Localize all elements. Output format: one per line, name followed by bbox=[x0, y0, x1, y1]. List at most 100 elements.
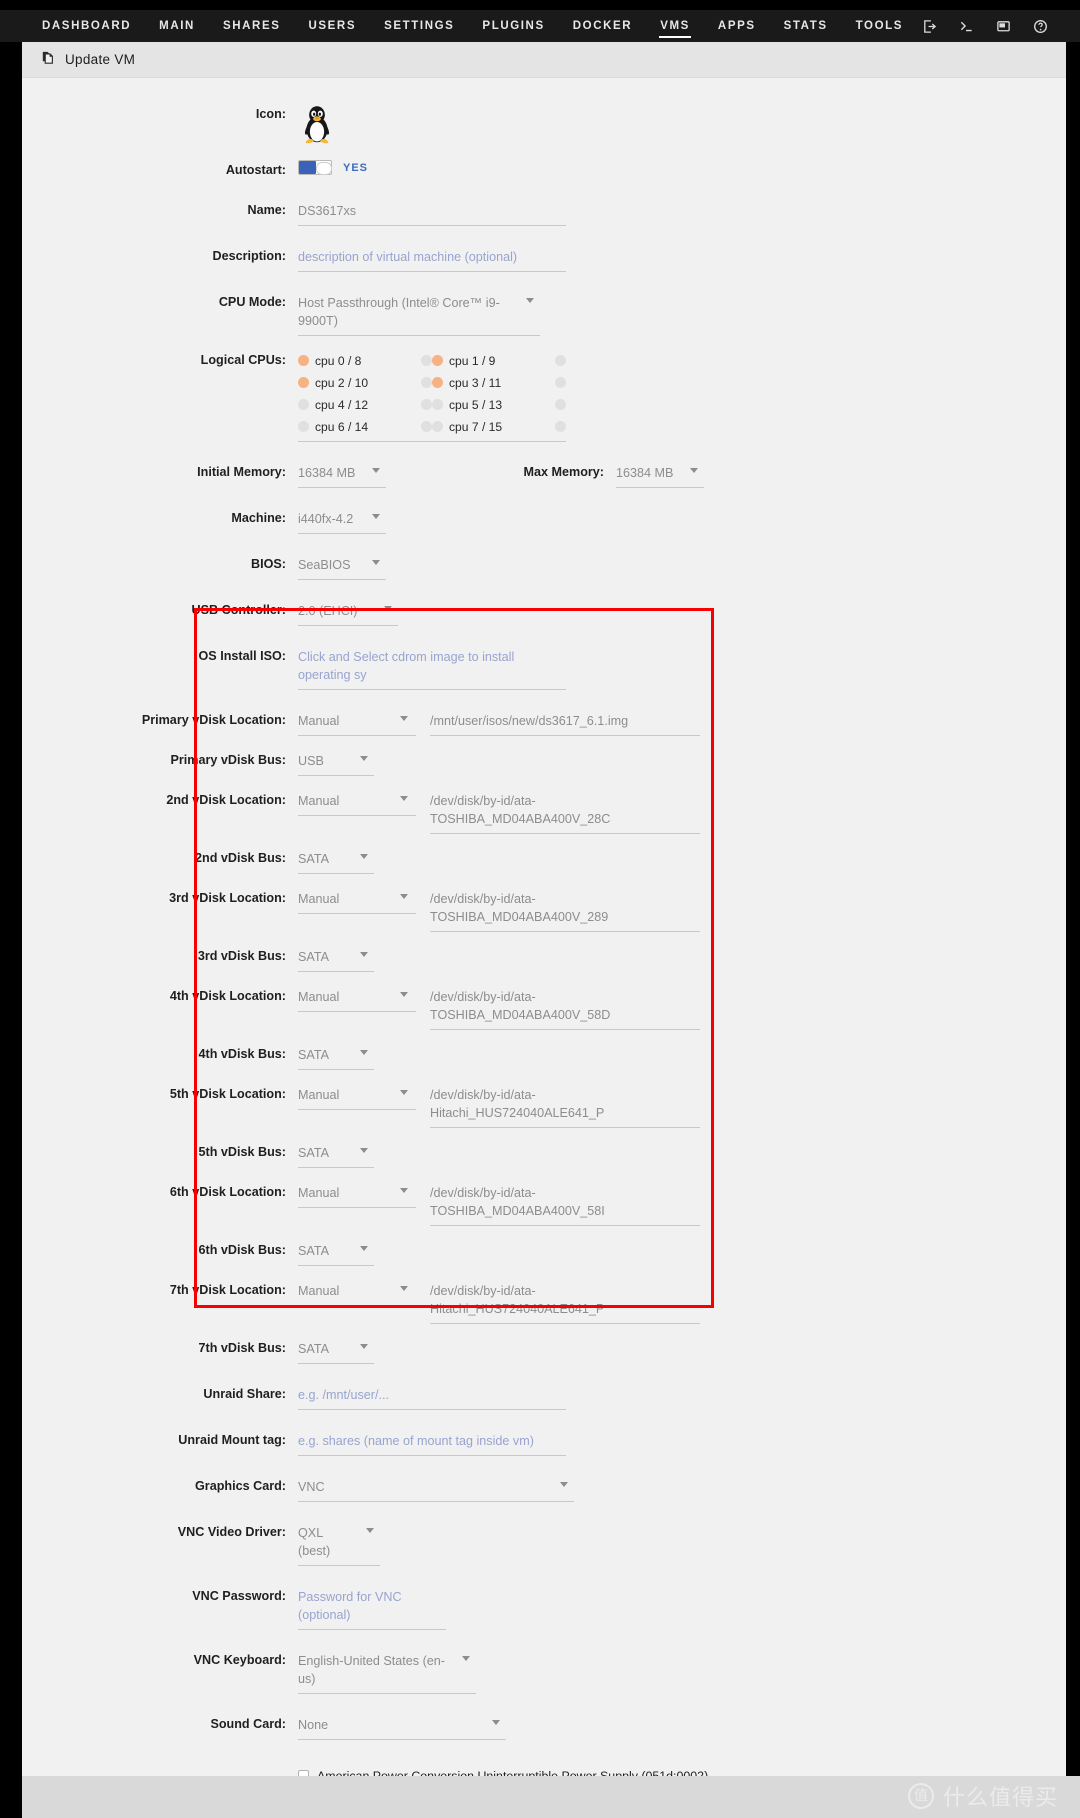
nav-item-shares[interactable]: SHARES bbox=[209, 10, 295, 42]
unraid-mount-tag-input[interactable]: e.g. shares (name of mount tag inside vm… bbox=[298, 1430, 566, 1456]
cpu-cell-2[interactable]: cpu 2 / 10 bbox=[298, 372, 368, 393]
name-input[interactable]: DS3617xs bbox=[298, 200, 566, 226]
cpu-cell-4[interactable]: cpu 4 / 12 bbox=[298, 394, 368, 415]
vdisk-1-path-input[interactable]: /mnt/user/isos/new/ds3617_6.1.img bbox=[430, 710, 700, 736]
autostart-value: YES bbox=[343, 161, 369, 174]
cpu-pair-dot-1[interactable] bbox=[502, 350, 566, 371]
cpu-dot-7[interactable] bbox=[432, 421, 443, 432]
nav-item-plugins[interactable]: PLUGINS bbox=[468, 10, 558, 42]
cpu-dot-pair-7[interactable] bbox=[555, 421, 566, 432]
vdisk-5-bus-select[interactable]: SATA bbox=[298, 1142, 374, 1168]
vdisk-4-location-value: Manual bbox=[298, 990, 340, 1004]
chevron-down-icon bbox=[560, 1482, 568, 1487]
unraid-share-input[interactable]: e.g. /mnt/user/... bbox=[298, 1384, 566, 1410]
cpu-pair-dot-7[interactable] bbox=[502, 416, 566, 437]
cpu-cell-1[interactable]: cpu 1 / 9 bbox=[432, 350, 502, 371]
usb-controller-select[interactable]: 2.0 (EHCI) bbox=[298, 600, 398, 626]
description-input[interactable]: description of virtual machine (optional… bbox=[298, 246, 566, 272]
cpu-dot-pair-5[interactable] bbox=[555, 399, 566, 410]
vnc-password-input[interactable]: Password for VNC (optional) bbox=[298, 1586, 446, 1630]
vdisk-3-location-select[interactable]: Manual bbox=[298, 888, 416, 914]
vdisk-6-bus-select[interactable]: SATA bbox=[298, 1240, 374, 1266]
nav-item-vms[interactable]: VMS bbox=[646, 10, 704, 42]
cpu-pair-dot-3[interactable] bbox=[502, 372, 566, 393]
logout-icon[interactable] bbox=[922, 19, 937, 34]
cpu-pair-dot-5[interactable] bbox=[502, 394, 566, 415]
cpu-cell-3[interactable]: cpu 3 / 11 bbox=[432, 372, 502, 393]
cpu-dot-6[interactable] bbox=[298, 421, 309, 432]
nav-item-stats[interactable]: STATS bbox=[770, 10, 842, 42]
nav-item-tools[interactable]: TOOLS bbox=[842, 10, 917, 42]
nav-item-users[interactable]: USERS bbox=[294, 10, 370, 42]
cpu-mode-label: CPU Mode: bbox=[218, 295, 286, 309]
cpu-dot-2[interactable] bbox=[298, 377, 309, 388]
vdisk-5-location-select[interactable]: Manual bbox=[298, 1084, 416, 1110]
vdisk-2-location-select[interactable]: Manual bbox=[298, 790, 416, 816]
initial-memory-select[interactable]: 16384 MB bbox=[298, 462, 386, 488]
row-os-install-iso: OS Install ISO: Click and Select cdrom i… bbox=[22, 646, 1066, 690]
tux-linux-icon[interactable] bbox=[298, 104, 1066, 146]
vdisk-4-bus-value: SATA bbox=[298, 1048, 330, 1062]
cpu-pair-dot-0[interactable] bbox=[368, 350, 432, 371]
vdisk-2-path-input[interactable]: /dev/disk/by-id/ata-TOSHIBA_MD04ABA400V_… bbox=[430, 790, 700, 834]
cpu-cell-0[interactable]: cpu 0 / 8 bbox=[298, 350, 368, 371]
cpu-dot-pair-4[interactable] bbox=[421, 399, 432, 410]
max-memory-select[interactable]: 16384 MB bbox=[616, 462, 704, 488]
cpu-grid: cpu 0 / 8 cpu 1 / 9 cpu 2 / 10 cpu 3 / 1… bbox=[298, 350, 566, 437]
vdisk-4-bus-select[interactable]: SATA bbox=[298, 1044, 374, 1070]
cpu-pair-dot-4[interactable] bbox=[368, 394, 432, 415]
vdisk-3-bus-select[interactable]: SATA bbox=[298, 946, 374, 972]
vdisk-1-location-select[interactable]: Manual bbox=[298, 710, 416, 736]
cpu-dot-pair-2[interactable] bbox=[421, 377, 432, 388]
cpu-mode-select[interactable]: Host Passthrough (Intel® Core™ i9-9900T) bbox=[298, 292, 540, 336]
machine-select[interactable]: i440fx-4.2 bbox=[298, 508, 386, 534]
nav-item-settings[interactable]: SETTINGS bbox=[370, 10, 468, 42]
nav-item-dashboard[interactable]: DASHBOARD bbox=[28, 10, 145, 42]
cpu-dot-pair-0[interactable] bbox=[421, 355, 432, 366]
vnc-keyboard-select[interactable]: English-United States (en-us) bbox=[298, 1650, 476, 1694]
vdisk-1-bus-select[interactable]: USB bbox=[298, 750, 374, 776]
chevron-down-icon bbox=[690, 468, 698, 473]
cpu-dot-pair-3[interactable] bbox=[555, 377, 566, 388]
vdisk-6-location-select[interactable]: Manual bbox=[298, 1182, 416, 1208]
description-label: Description: bbox=[212, 249, 286, 263]
cpu-cell-5[interactable]: cpu 5 / 13 bbox=[432, 394, 502, 415]
cpu-label-5: cpu 5 / 13 bbox=[449, 397, 503, 412]
display-icon[interactable] bbox=[996, 19, 1011, 34]
row-vdisk-2-bus: 2nd vDisk Bus: SATA bbox=[22, 848, 1066, 874]
terminal-icon[interactable] bbox=[959, 19, 974, 34]
vdisk-2-bus-select[interactable]: SATA bbox=[298, 848, 374, 874]
help-icon[interactable] bbox=[1033, 19, 1048, 34]
cpu-pair-dot-2[interactable] bbox=[368, 372, 432, 393]
initial-memory-label: Initial Memory: bbox=[197, 465, 286, 479]
graphics-card-select[interactable]: VNC bbox=[298, 1476, 574, 1502]
vdisk-3-path-input[interactable]: /dev/disk/by-id/ata-TOSHIBA_MD04ABA400V_… bbox=[430, 888, 700, 932]
cpu-dot-5[interactable] bbox=[432, 399, 443, 410]
autostart-toggle[interactable] bbox=[298, 160, 332, 175]
cpu-cell-6[interactable]: cpu 6 / 14 bbox=[298, 416, 368, 437]
nav-item-docker[interactable]: DOCKER bbox=[559, 10, 646, 42]
nav-item-apps[interactable]: APPS bbox=[704, 10, 770, 42]
cpu-dot-pair-6[interactable] bbox=[421, 421, 432, 432]
bios-select[interactable]: SeaBIOS bbox=[298, 554, 386, 580]
cpu-dot-1[interactable] bbox=[432, 355, 443, 366]
vdisk-7-path-input[interactable]: /dev/disk/by-id/ata-Hitachi_HUS724040ALE… bbox=[430, 1280, 700, 1324]
cpu-dot-pair-1[interactable] bbox=[555, 355, 566, 366]
cpu-dot-0[interactable] bbox=[298, 355, 309, 366]
sound-card-select[interactable]: None bbox=[298, 1714, 506, 1740]
vdisk-6-path-input[interactable]: /dev/disk/by-id/ata-TOSHIBA_MD04ABA400V_… bbox=[430, 1182, 700, 1226]
vdisk-5-path-input[interactable]: /dev/disk/by-id/ata-Hitachi_HUS724040ALE… bbox=[430, 1084, 700, 1128]
nav-item-main[interactable]: MAIN bbox=[145, 10, 209, 42]
vdisk-4-location-select[interactable]: Manual bbox=[298, 986, 416, 1012]
vdisk-4-path-input[interactable]: /dev/disk/by-id/ata-TOSHIBA_MD04ABA400V_… bbox=[430, 986, 700, 1030]
vdisk-7-location-select[interactable]: Manual bbox=[298, 1280, 416, 1306]
top-navigation-bar: DASHBOARD MAIN SHARES USERS SETTINGS PLU… bbox=[0, 10, 1080, 42]
cpu-dot-4[interactable] bbox=[298, 399, 309, 410]
vdisk-7-bus-select[interactable]: SATA bbox=[298, 1338, 374, 1364]
chevron-down-icon bbox=[360, 1344, 368, 1349]
os-install-iso-input[interactable]: Click and Select cdrom image to install … bbox=[298, 646, 566, 690]
initial-memory-value: 16384 MB bbox=[298, 466, 356, 480]
cpu-dot-3[interactable] bbox=[432, 377, 443, 388]
cpu-pair-dot-6[interactable] bbox=[368, 416, 432, 437]
cpu-cell-7[interactable]: cpu 7 / 15 bbox=[432, 416, 502, 437]
